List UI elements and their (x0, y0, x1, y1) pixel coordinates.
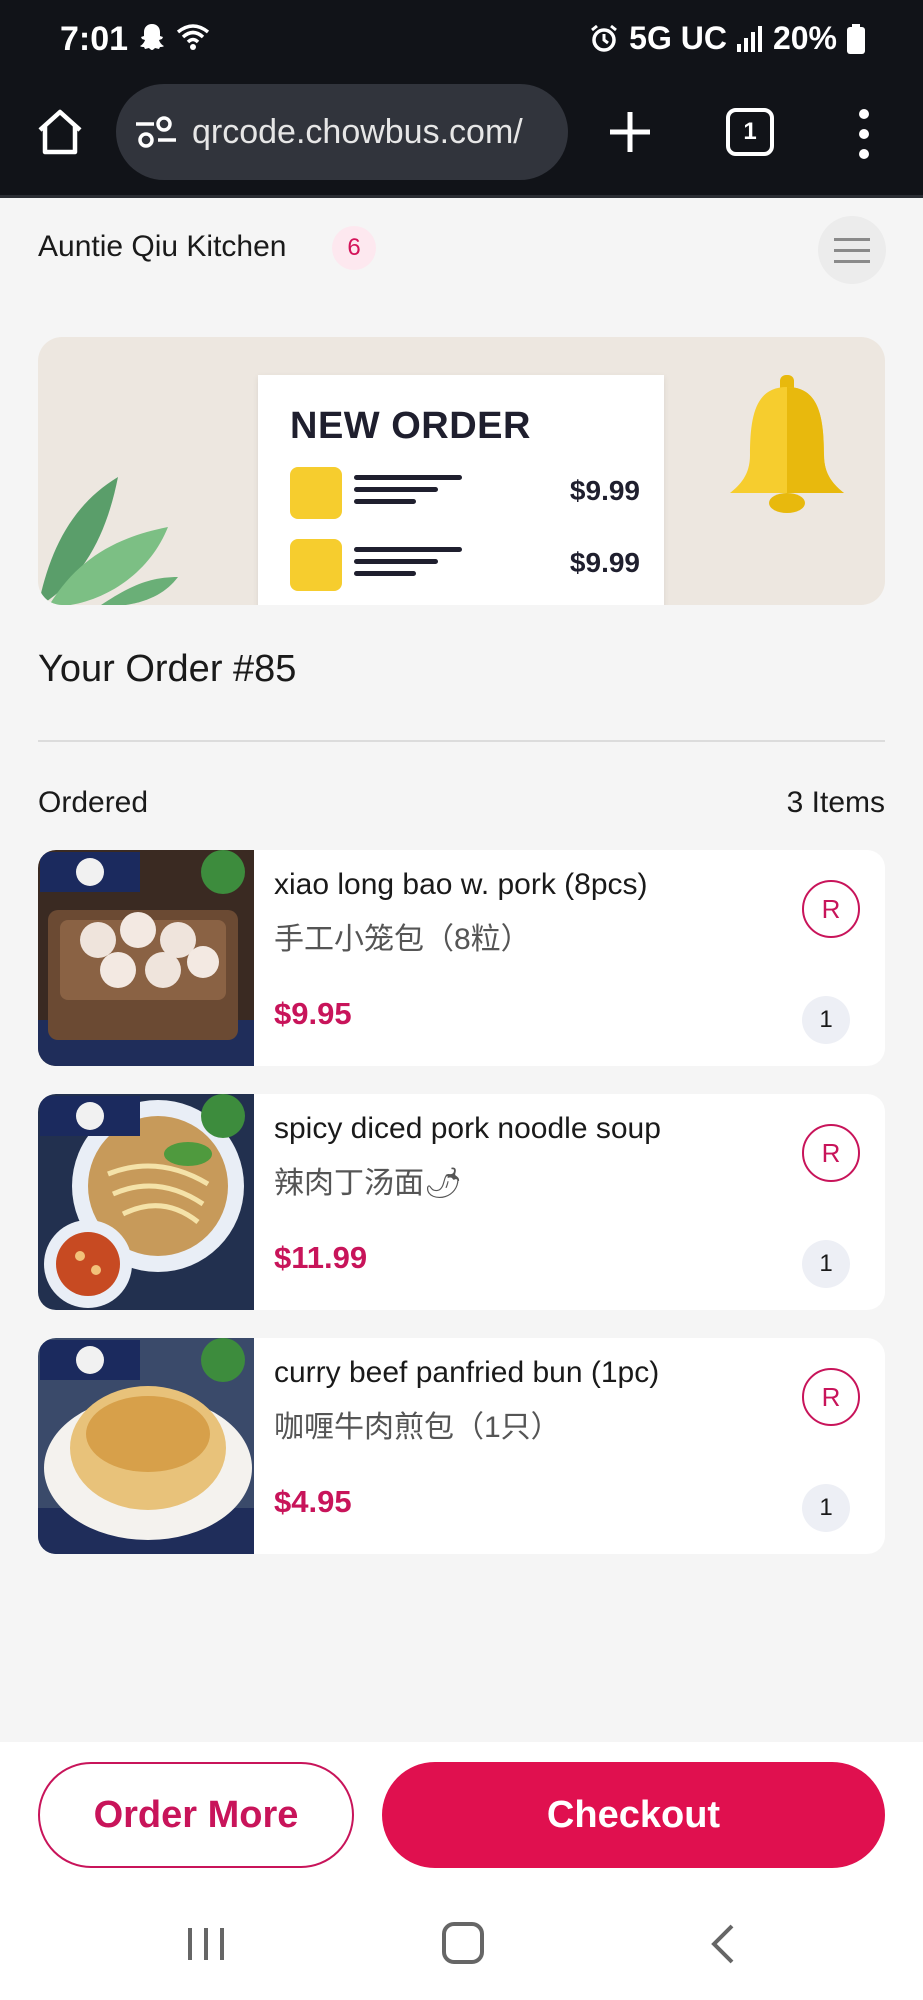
system-nav-bar (0, 1878, 923, 2000)
banner-price: $9.99 (569, 547, 640, 578)
wifi-icon (176, 24, 210, 50)
item-price: $9.95 (274, 996, 352, 1031)
app-header: Auntie Qiu Kitchen 6 (0, 200, 923, 300)
item-r-badge[interactable]: R (802, 880, 860, 938)
item-r-badge[interactable]: R (802, 1368, 860, 1426)
item-r-badge[interactable]: R (802, 1124, 860, 1182)
item-quantity: 1 (802, 1240, 850, 1288)
tab-count: 1 (743, 118, 757, 145)
home-nav-icon[interactable] (442, 1922, 484, 1964)
item-quantity: 1 (802, 996, 850, 1044)
item-quantity: 1 (802, 1484, 850, 1532)
bottom-action-bar: Order More Checkout (0, 1742, 923, 1878)
banner-row: $9.99 (290, 537, 640, 593)
hamburger-menu-icon[interactable] (818, 216, 886, 284)
tab-switcher-icon[interactable]: 1 (726, 108, 774, 156)
item-price: $4.95 (274, 1484, 352, 1519)
url-text: qrcode.chowbus.com/ (192, 112, 523, 151)
new-order-banner: NEW ORDER $9.99 $9.99 (38, 337, 885, 605)
site-settings-icon[interactable] (134, 114, 178, 150)
banner-title: NEW ORDER (290, 405, 531, 447)
home-icon[interactable] (34, 106, 86, 158)
order-item-card[interactable]: spicy diced pork noodle soup 辣肉丁汤面🌶 $11.… (38, 1094, 885, 1310)
ordered-label: Ordered (38, 786, 149, 819)
item-name-en: xiao long bao w. pork (8pcs) (274, 868, 648, 901)
banner-row: $9.99 (290, 465, 640, 521)
network-type: 5G UC (629, 20, 727, 56)
item-name-en: spicy diced pork noodle soup (274, 1112, 661, 1145)
item-name-cn: 手工小笼包（8粒） (274, 923, 531, 956)
alarm-icon (591, 24, 618, 52)
browser-toolbar: qrcode.chowbus.com/ 1 (0, 82, 923, 198)
order-item-card[interactable]: curry beef panfried bun (1pc) 咖喱牛肉煎包（1只）… (38, 1338, 885, 1554)
order-title: Your Order #85 (38, 648, 297, 690)
order-more-button[interactable]: Order More (38, 1762, 354, 1868)
checkout-button[interactable]: Checkout (382, 1762, 885, 1868)
leaf-icon (38, 477, 178, 605)
noodle-soup-image (38, 1094, 254, 1310)
back-icon[interactable] (706, 1922, 740, 1966)
recent-apps-icon[interactable] (186, 1924, 226, 1964)
battery-percent: 20% (772, 20, 837, 56)
bell-icon (730, 375, 844, 513)
status-bar: 7:01 5G UC 20% (0, 0, 923, 82)
xiao-long-bao-image (38, 850, 254, 1066)
divider (38, 740, 885, 742)
restaurant-name: Auntie Qiu Kitchen (38, 230, 287, 263)
battery-icon (847, 23, 865, 54)
status-left-icons (138, 22, 210, 52)
item-price: $11.99 (274, 1240, 368, 1275)
items-count: 3 Items (786, 786, 885, 819)
status-time: 7:01 (60, 20, 129, 58)
item-name-cn: 辣肉丁汤面🌶 (274, 1167, 463, 1200)
order-receipt-card: NEW ORDER $9.99 $9.99 (258, 375, 664, 605)
item-name-cn: 咖喱牛肉煎包（1只） (274, 1411, 561, 1444)
url-bar[interactable]: qrcode.chowbus.com/ (116, 84, 568, 180)
signal-icon (736, 25, 762, 52)
status-right: 5G UC 20% (589, 20, 865, 57)
order-item-card[interactable]: xiao long bao w. pork (8pcs) 手工小笼包（8粒） $… (38, 850, 885, 1066)
new-tab-plus-icon[interactable] (604, 106, 656, 158)
snapchat-ghost-icon (140, 24, 164, 50)
banner-price: $9.99 (569, 475, 640, 506)
item-name-en: curry beef panfried bun (1pc) (274, 1356, 660, 1389)
table-number-badge: 6 (332, 226, 376, 270)
panfried-bun-image (38, 1338, 254, 1554)
more-vert-icon[interactable] (852, 106, 876, 162)
